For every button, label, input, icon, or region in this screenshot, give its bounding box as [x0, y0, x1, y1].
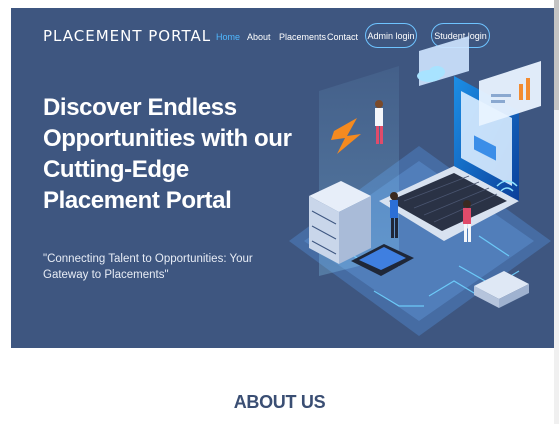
- isometric-tech-illustration-icon: [289, 36, 551, 336]
- nav-link-about[interactable]: About: [247, 32, 271, 42]
- brand-logo[interactable]: PLACEMENT PORTAL: [43, 27, 211, 45]
- hero-illustration: [279, 36, 554, 348]
- page-scrollbar[interactable]: [554, 0, 559, 424]
- hero-headline: Discover Endless Opportunities with our …: [43, 94, 292, 214]
- about-section-title: ABOUT US: [233, 392, 326, 412]
- hero-tagline: "Connecting Talent to Opportunities: You…: [43, 253, 253, 281]
- scrollbar-thumb[interactable]: [554, 0, 559, 110]
- nav-link-home[interactable]: Home: [216, 32, 240, 42]
- hero-section: PLACEMENT PORTAL Home About Placements C…: [11, 8, 554, 348]
